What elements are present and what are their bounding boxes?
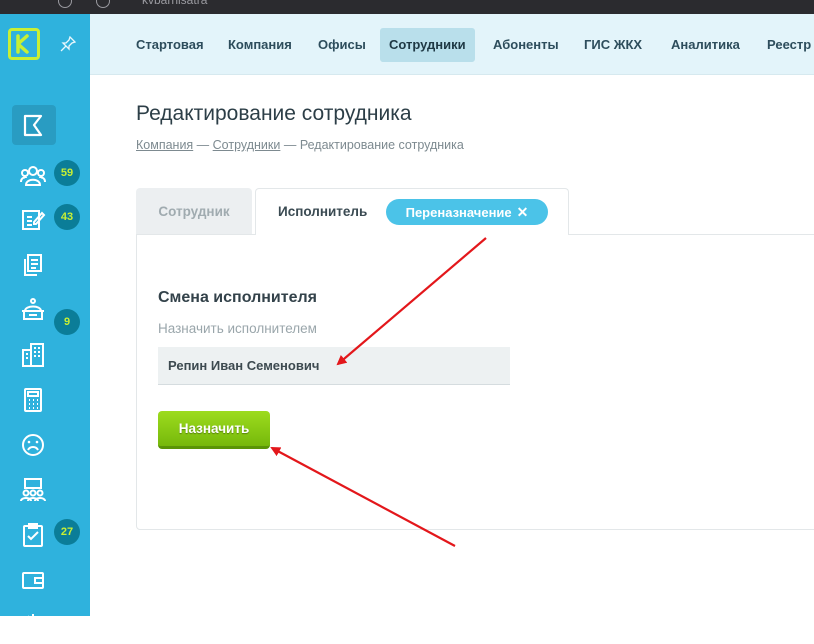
flag-icon [23, 114, 43, 137]
address-bar[interactable]: kvbarnisatra [142, 0, 207, 7]
group-chat-icon [20, 478, 46, 502]
executor-field-label: Назначить исполнителем [158, 321, 317, 336]
requests-count-badge: 43 [54, 204, 80, 230]
nav-company[interactable]: Компания [219, 28, 301, 62]
section-title: Смена исполнителя [158, 289, 317, 306]
logo[interactable] [8, 28, 40, 60]
nav-gis-zhkh[interactable]: ГИС ЖКХ [575, 28, 651, 62]
sidebar-item-tasks[interactable] [12, 514, 56, 554]
sidebar-item-calculations[interactable] [12, 379, 56, 419]
reassign-chip[interactable]: Переназначение ✕ [386, 199, 548, 225]
users-icon [20, 166, 46, 186]
tasks-count-badge: 27 [54, 519, 80, 545]
nav-analytics[interactable]: Аналитика [662, 28, 749, 62]
breadcrumb-current: Редактирование сотрудника [299, 138, 464, 152]
top-navigation: Стартовая Компания Офисы Сотрудники Абон… [90, 14, 814, 75]
tab-employee[interactable]: Сотрудник [136, 188, 252, 234]
calculator-icon [24, 388, 42, 412]
logo-k-icon [16, 34, 29, 54]
assign-button[interactable]: Назначить [158, 411, 270, 449]
sidebar-item-services[interactable] [12, 289, 56, 329]
tab-executor[interactable]: Исполнитель Переназначение ✕ [255, 188, 569, 235]
sidebar: 59 43 9 27 [0, 14, 90, 622]
close-icon[interactable]: ✕ [517, 204, 529, 221]
home-icon[interactable] [96, 0, 110, 8]
sidebar-item-more[interactable] [12, 604, 56, 644]
tab-executor-label: Исполнитель [278, 204, 368, 219]
nav-offices[interactable]: Офисы [309, 28, 375, 62]
sad-face-icon [22, 434, 44, 456]
building-icon [22, 343, 44, 367]
breadcrumb-separator: — [280, 138, 300, 152]
clipboard-check-icon [23, 523, 43, 547]
reload-icon[interactable] [58, 0, 72, 8]
services-count-badge: 9 [54, 309, 80, 335]
nav-subscribers[interactable]: Абоненты [484, 28, 568, 62]
nav-start[interactable]: Стартовая [127, 28, 213, 62]
wallet-icon [22, 572, 44, 589]
sidebar-item-buildings[interactable] [12, 334, 56, 374]
nav-employees[interactable]: Сотрудники [380, 28, 475, 62]
pin-icon[interactable] [60, 36, 76, 52]
sidebar-item-home[interactable] [12, 105, 56, 145]
users-count-badge: 59 [54, 160, 80, 186]
sidebar-item-complaints[interactable] [12, 424, 56, 464]
sidebar-item-payments[interactable] [12, 559, 56, 599]
page-title: Редактирование сотрудника [136, 102, 412, 125]
nav-registry[interactable]: Реестр [758, 28, 814, 62]
documents-icon [24, 254, 42, 276]
breadcrumb: Компания — Сотрудники — Редактирование с… [136, 138, 464, 152]
breadcrumb-company-link[interactable]: Компания [136, 138, 193, 152]
service-bell-icon [22, 298, 44, 320]
executor-select-field[interactable]: Репин Иван Семенович [158, 347, 510, 385]
edit-icon [22, 210, 46, 230]
breadcrumb-separator: — [193, 138, 213, 152]
sidebar-item-users[interactable] [12, 155, 56, 195]
browser-top-bar: kvbarnisatra [0, 0, 814, 14]
breadcrumb-employees-link[interactable]: Сотрудники [213, 138, 281, 152]
reassign-chip-label: Переназначение [405, 204, 512, 220]
sidebar-item-meetings[interactable] [12, 469, 56, 509]
logo-area [0, 14, 90, 74]
sidebar-item-documents[interactable] [12, 244, 56, 284]
sidebar-item-requests[interactable] [12, 199, 56, 239]
